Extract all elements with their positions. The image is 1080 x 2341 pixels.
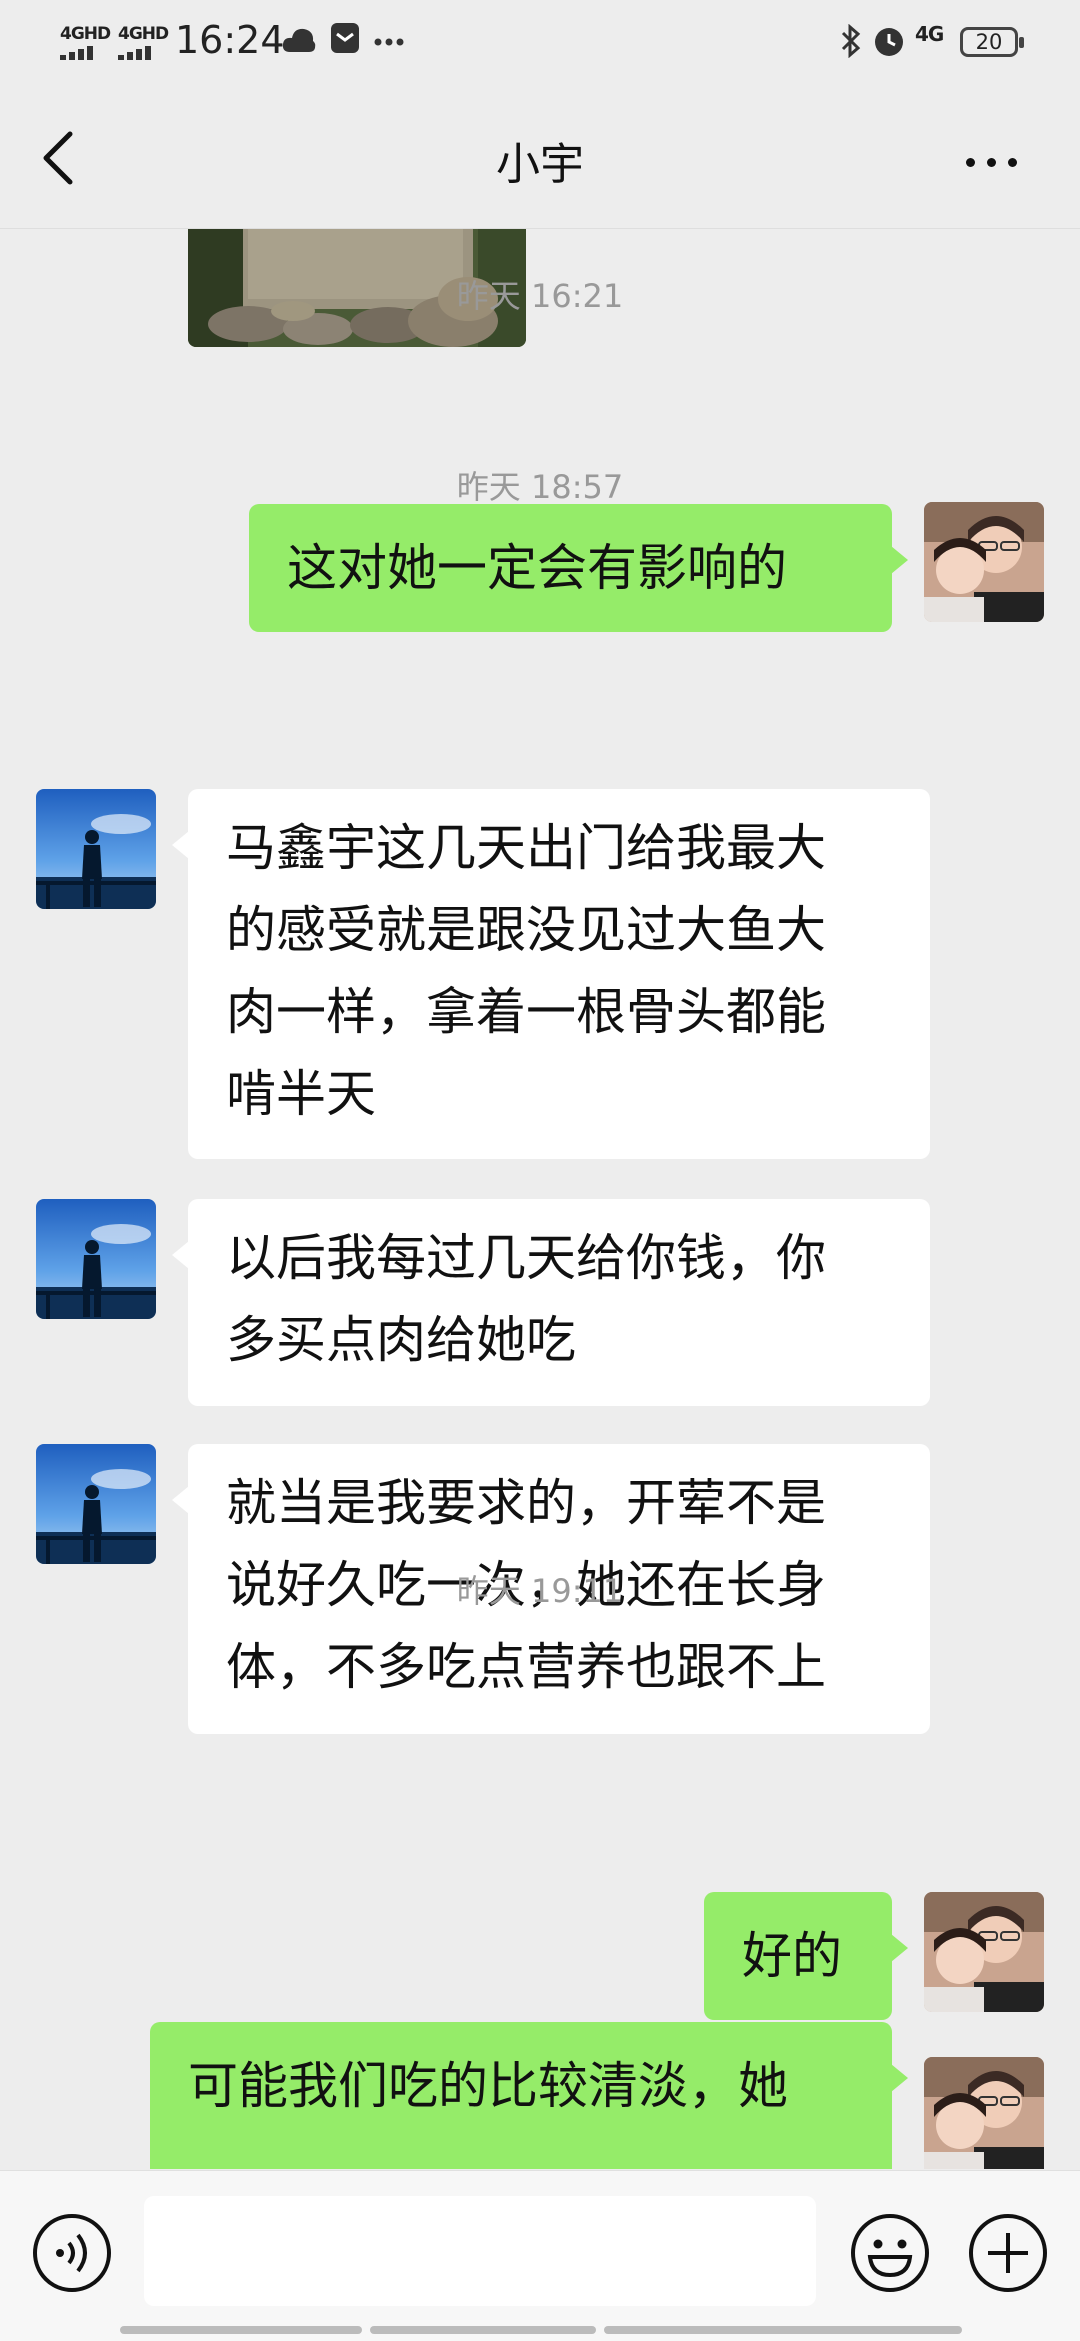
more-options-icon[interactable] <box>966 152 1029 171</box>
sent-message-bubble[interactable]: 可能我们吃的比较清淡，她 <box>150 2022 908 2169</box>
signal-label-2: 4GHD <box>118 24 169 44</box>
bluetooth-icon <box>841 24 861 58</box>
my-avatar[interactable] <box>924 2057 1044 2169</box>
message-text: 这对她一定会有影响的 <box>287 539 787 597</box>
contact-avatar[interactable] <box>36 789 156 909</box>
message-line: 马鑫宇这几天出门给我最大 <box>226 819 826 877</box>
my-avatar[interactable] <box>924 1892 1044 2012</box>
cloud-icon <box>282 28 316 52</box>
signal-label-1: 4GHD <box>60 24 111 44</box>
signal-indicator-1: 4GHD <box>60 24 111 60</box>
network-label: 4G <box>915 22 944 46</box>
message-line: 的感受就是跟没见过大鱼大 <box>226 901 826 959</box>
voice-input-icon[interactable] <box>30 2211 114 2295</box>
contact-avatar[interactable] <box>36 1199 156 1319</box>
message-input[interactable] <box>144 2196 816 2306</box>
sent-message-bubble[interactable]: 这对她一定会有影响的 <box>249 504 908 632</box>
status-bar: 4GHD 4GHD 16:24 4G 20 <box>0 0 1080 90</box>
clock: 16:24 <box>175 18 285 62</box>
timestamp: 昨天 18:57 <box>456 468 624 506</box>
message-list[interactable]: 昨天 16:21 这对她一定会有影响的 昨天 18:57 马鑫宇这几天出门给我最… <box>0 229 1080 2169</box>
alarm-icon <box>875 28 903 56</box>
chat-header: 小宇 <box>0 90 1080 229</box>
silhouette-seaside-avatar <box>36 1444 156 1564</box>
sent-message-bubble[interactable]: 好的 <box>704 1892 908 2020</box>
contact-avatar[interactable] <box>36 1444 156 1564</box>
network-indicator: 4G <box>915 22 944 46</box>
message-line: 体，不多吃点营养也跟不上 <box>226 1638 826 1696</box>
emoji-icon[interactable] <box>848 2211 932 2295</box>
silhouette-seaside-avatar <box>36 1199 156 1319</box>
my-avatar[interactable] <box>924 502 1044 622</box>
family-photo-avatar <box>924 1892 1044 2012</box>
timestamp: 昨天 19:11 <box>456 1572 624 1610</box>
mail-app-icon <box>331 23 359 53</box>
plus-icon[interactable] <box>966 2211 1050 2295</box>
received-message-bubble[interactable]: 马鑫宇这几天出门给我最大 的感受就是跟没见过大鱼大 肉一样，拿着一根骨头都能 啃… <box>172 789 930 1159</box>
message-line: 肉一样，拿着一根骨头都能 <box>226 983 826 1041</box>
chat-title: 小宇 <box>496 139 584 190</box>
message-text: 好的 <box>742 1927 842 1985</box>
message-input-bar <box>0 2170 1080 2341</box>
battery-indicator: 20 <box>960 27 1024 57</box>
family-photo-avatar <box>924 502 1044 622</box>
message-line: 以后我每过几天给你钱，你 <box>226 1229 826 1287</box>
message-line: 多买点肉给她吃 <box>226 1311 576 1369</box>
message-line: 啃半天 <box>226 1065 376 1123</box>
message-text: 可能我们吃的比较清淡，她 <box>188 2057 788 2115</box>
timestamp: 昨天 16:21 <box>456 277 624 315</box>
family-photo-avatar <box>924 2057 1044 2169</box>
message-line: 就当是我要求的，开荤不是 <box>226 1474 826 1532</box>
signal-indicator-2: 4GHD <box>118 24 169 60</box>
more-notifications-icon <box>374 38 404 46</box>
silhouette-seaside-avatar <box>36 789 156 909</box>
gesture-bar <box>120 2326 962 2334</box>
received-message-bubble[interactable]: 以后我每过几天给你钱，你 多买点肉给她吃 <box>172 1199 930 1406</box>
